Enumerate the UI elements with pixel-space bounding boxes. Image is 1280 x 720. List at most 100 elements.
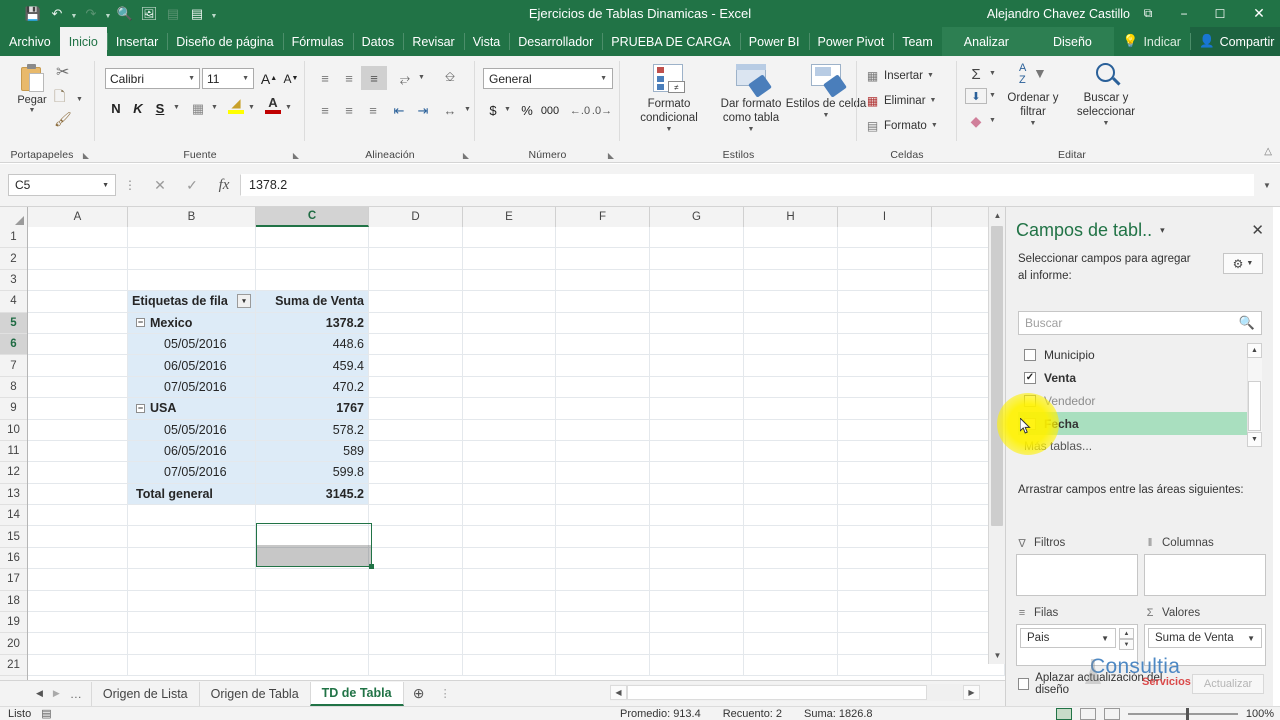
column-header-e[interactable]: E xyxy=(463,207,556,227)
area-valores-dropzone[interactable]: Suma de Venta ▼ xyxy=(1144,624,1266,666)
autosum-button[interactable]: Σ xyxy=(965,64,987,85)
portapapeles-dialog-launcher[interactable]: ◣ xyxy=(83,151,89,160)
name-box[interactable]: C5 ▼ xyxy=(8,174,116,196)
fill-dropdown-icon[interactable]: ▼ xyxy=(989,92,996,99)
field-item-municipio[interactable]: Municipio xyxy=(1018,343,1262,366)
clear-dropdown-icon[interactable]: ▼ xyxy=(989,117,996,124)
undo-dropdown-icon[interactable]: ▼ xyxy=(70,4,78,24)
table-row[interactable] xyxy=(28,547,1005,570)
merge-cells-button[interactable]: ↔ xyxy=(437,100,463,121)
pivot-item-label[interactable]: 06/05/2016 xyxy=(128,440,256,462)
chevron-down-icon[interactable]: ▼ xyxy=(242,75,249,82)
share-button[interactable]: 👤 Compartir xyxy=(1189,27,1280,56)
row-header-20[interactable]: 20 xyxy=(0,633,27,655)
cancel-icon[interactable]: ✕ xyxy=(144,174,176,196)
tab-datos[interactable]: Datos xyxy=(352,27,404,56)
percent-button[interactable]: % xyxy=(517,100,537,121)
copy-button[interactable]: 🗋 xyxy=(54,89,65,103)
autosum-dropdown-icon[interactable]: ▼ xyxy=(989,70,996,77)
tab-inicio[interactable]: Inicio xyxy=(59,27,107,56)
fill-button[interactable]: ⬇ xyxy=(965,88,987,104)
table-row[interactable] xyxy=(28,590,1005,613)
row-header-5[interactable]: 5 xyxy=(0,312,27,334)
column-header-b[interactable]: B xyxy=(128,207,256,227)
table-row[interactable]: 07/05/2016 470.2 xyxy=(28,376,1005,399)
row-header-17[interactable]: 17 xyxy=(0,569,27,591)
pivot-group-value[interactable]: 1378.2 xyxy=(256,312,369,333)
numero-dialog-launcher[interactable]: ◣ xyxy=(608,151,614,160)
sheet-prev-icon[interactable]: ◀ xyxy=(36,688,43,699)
row-header-21[interactable]: 21 xyxy=(0,655,27,677)
borders-button[interactable]: ▦ xyxy=(187,98,209,119)
chevron-down-icon[interactable]: ▼ xyxy=(1101,634,1109,643)
row-header-16[interactable]: 16 xyxy=(0,548,27,570)
print-preview-icon[interactable]: 🖼 xyxy=(138,4,160,24)
enter-icon[interactable]: ✓ xyxy=(176,174,208,196)
currency-button[interactable]: $ xyxy=(483,100,503,121)
pivot-value-header[interactable]: Suma de Venta xyxy=(256,291,369,312)
format-dropdown-icon[interactable]: ▼ xyxy=(931,122,938,129)
cut-button[interactable]: ✂ xyxy=(56,65,69,81)
tab-formulas[interactable]: Fórmulas xyxy=(282,27,353,56)
undo-icon[interactable]: ↶ xyxy=(46,4,68,24)
pivot-filter-icon[interactable]: ▾ xyxy=(237,294,251,309)
collapse-icon[interactable]: − xyxy=(136,318,145,328)
table-row[interactable]: 05/05/2016 578.2 xyxy=(28,419,1005,441)
save-icon[interactable]: 💾 xyxy=(22,4,44,24)
sheet-splitter-handle[interactable]: ⋮ xyxy=(434,687,457,700)
spinner-up-icon[interactable]: ▲ xyxy=(1119,628,1134,639)
paste-button[interactable]: Pegar ▼ xyxy=(8,64,56,115)
tab-vista[interactable]: Vista xyxy=(463,27,510,56)
field-checkbox[interactable] xyxy=(1024,417,1036,430)
formula-input[interactable]: 1378.2 xyxy=(240,174,1254,196)
italic-button[interactable]: K xyxy=(127,98,149,119)
orientation-dropdown-icon[interactable]: ▼ xyxy=(418,74,425,81)
row-header-4[interactable]: 4 xyxy=(0,291,27,313)
sheet-tab-td-de-tabla[interactable]: TD de Tabla xyxy=(309,681,404,706)
tab-desarrollador[interactable]: Desarrollador xyxy=(509,27,602,56)
decrease-font-size-button[interactable]: A ▼ xyxy=(280,68,302,89)
tab-power-pivot[interactable]: Power Pivot xyxy=(808,27,894,56)
column-header-d[interactable]: D xyxy=(369,207,463,227)
collapse-icon[interactable]: − xyxy=(136,403,145,413)
area-filas-dropzone[interactable]: Pais ▼ ▲ ▼ xyxy=(1016,624,1138,666)
tab-team[interactable]: Team xyxy=(893,27,942,56)
grid-vertical-scrollbar[interactable]: ▲ ▼ xyxy=(988,207,1006,664)
cell-styles-button[interactable]: Estilos de celda ▼ xyxy=(785,62,867,120)
sheet-tab-origen-de-tabla[interactable]: Origen de Tabla xyxy=(198,681,310,706)
zoom-level[interactable]: 100% xyxy=(1246,708,1274,720)
pivot-total-value[interactable]: 3145.2 xyxy=(256,483,369,505)
scroll-up-icon[interactable]: ▲ xyxy=(1247,343,1262,358)
align-bottom-button[interactable]: ≡ xyxy=(361,66,387,90)
row-header-7[interactable]: 7 xyxy=(0,355,27,377)
pivot-item-label[interactable]: 07/05/2016 xyxy=(128,376,256,398)
increase-indent-button[interactable]: ⇥ xyxy=(411,100,435,121)
normal-view-icon[interactable] xyxy=(1055,707,1072,720)
page-break-view-icon[interactable] xyxy=(1103,707,1120,720)
pivot-row-labels-header[interactable]: Etiquetas de fila ▾ xyxy=(128,291,256,312)
format-cells-button[interactable]: ▤ Formato ▼ xyxy=(865,118,938,133)
maximize-icon[interactable]: ☐ xyxy=(1202,0,1238,27)
task-pane-settings-button[interactable]: ⚙ ▼ xyxy=(1223,253,1263,274)
table-row[interactable] xyxy=(28,505,1005,527)
number-format-combo[interactable]: General ▼ xyxy=(483,68,613,89)
pivot-field-chip-pais[interactable]: Pais ▼ xyxy=(1020,628,1116,648)
grid-horizontal-scrollbar[interactable]: ◀ ▶ xyxy=(610,684,980,701)
find-select-dropdown-icon[interactable]: ▼ xyxy=(1103,120,1110,128)
align-top-button[interactable]: ≡ xyxy=(313,68,337,89)
area-filas[interactable]: ≡ Filas Pais ▼ ▲ ▼ xyxy=(1016,602,1138,666)
tab-power-bi[interactable]: Power BI xyxy=(739,27,809,56)
pivot-field-chip-suma-de-venta[interactable]: Suma de Venta ▼ xyxy=(1148,628,1262,648)
chevron-down-icon[interactable]: ▼ xyxy=(600,75,607,82)
pivot-item-label[interactable]: 05/05/2016 xyxy=(128,333,256,355)
tab-archivo[interactable]: Archivo xyxy=(0,27,60,56)
chevron-down-icon[interactable]: ▼ xyxy=(1246,260,1253,267)
tab-analizar[interactable]: Analizar xyxy=(942,27,1031,56)
ribbon-display-options-icon[interactable]: ⧉ xyxy=(1130,0,1166,27)
decrease-decimal-button[interactable]: .0→ xyxy=(591,100,613,121)
vertical-scroll-thumb[interactable] xyxy=(991,226,1003,526)
filas-spinner[interactable]: ▲ ▼ xyxy=(1119,628,1134,665)
insert-dropdown-icon[interactable]: ▼ xyxy=(927,72,934,79)
pivot-group-label[interactable]: − Mexico xyxy=(128,312,256,333)
row-header-19[interactable]: 19 xyxy=(0,612,27,634)
